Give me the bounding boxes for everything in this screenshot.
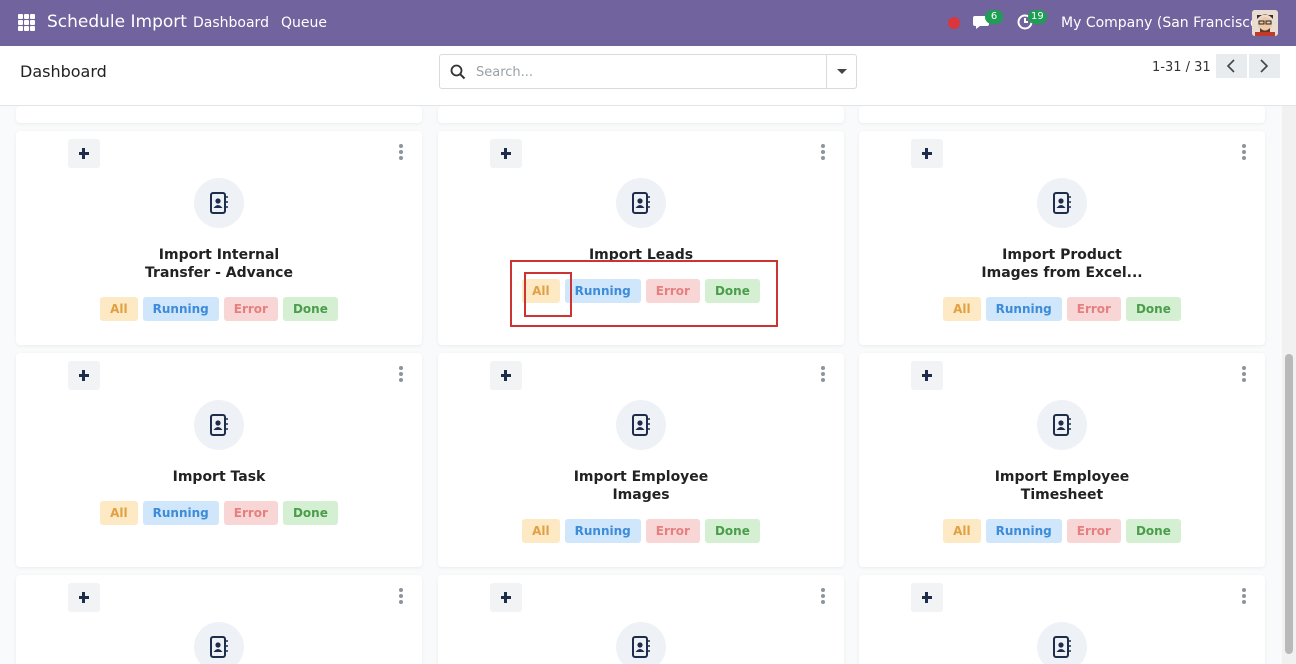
- kanban-card[interactable]: [859, 575, 1265, 664]
- messages-count-badge: 6: [985, 10, 1003, 24]
- kanban-card[interactable]: [16, 575, 422, 664]
- chip-running-button[interactable]: Running: [142, 297, 219, 321]
- kanban-card-partial[interactable]: [16, 106, 422, 123]
- chip-all-button[interactable]: All: [100, 501, 138, 525]
- menu-dashboard[interactable]: Dashboard: [193, 15, 269, 31]
- status-chips: All Running Error Done: [16, 297, 422, 321]
- activities-count-badge: 19: [1028, 10, 1047, 24]
- status-chips: All Running Error Done: [859, 519, 1265, 543]
- kebab-menu-icon[interactable]: [1241, 144, 1247, 162]
- chip-done-button[interactable]: Done: [1125, 519, 1181, 543]
- card-title-line-1: Import Employee: [573, 469, 709, 485]
- chip-done-button[interactable]: Done: [282, 297, 338, 321]
- pager-previous-button[interactable]: [1216, 54, 1247, 78]
- contact-book-icon: [1037, 622, 1087, 664]
- contact-book-icon: [616, 178, 666, 228]
- kebab-menu-icon[interactable]: [1241, 366, 1247, 384]
- app-title[interactable]: Schedule Import: [47, 12, 187, 32]
- contact-book-icon: [616, 400, 666, 450]
- kebab-menu-icon[interactable]: [398, 588, 404, 606]
- kebab-menu-icon[interactable]: [1241, 588, 1247, 606]
- add-button[interactable]: [68, 361, 100, 390]
- kanban-view: Import Internal Transfer - Advance All R…: [0, 106, 1296, 664]
- kanban-card[interactable]: [438, 575, 844, 664]
- add-button[interactable]: [911, 583, 943, 612]
- contact-book-icon: [1037, 400, 1087, 450]
- menu-queue[interactable]: Queue: [281, 15, 327, 31]
- page-title: Dashboard: [20, 62, 107, 81]
- chip-error-button[interactable]: Error: [223, 501, 278, 525]
- vertical-scrollbar[interactable]: [1282, 106, 1296, 664]
- kanban-card[interactable]: Import Internal Transfer - Advance All R…: [16, 131, 422, 345]
- chip-error-button[interactable]: Error: [223, 297, 278, 321]
- card-title-line-1: Import Task: [172, 469, 266, 485]
- chip-done-button[interactable]: Done: [282, 501, 338, 525]
- chip-running-button[interactable]: Running: [142, 501, 219, 525]
- card-title-line-2: Images from Excel...: [981, 265, 1143, 281]
- chip-all-button[interactable]: All: [522, 519, 560, 543]
- chip-done-button[interactable]: Done: [704, 519, 760, 543]
- card-title-line-1: Import Product: [1002, 247, 1122, 263]
- apps-menu-icon[interactable]: [18, 14, 35, 31]
- search-icon: [450, 64, 466, 80]
- add-button[interactable]: [490, 361, 522, 390]
- add-button[interactable]: [490, 583, 522, 612]
- contact-book-icon: [194, 400, 244, 450]
- add-button[interactable]: [911, 361, 943, 390]
- chip-running-button[interactable]: Running: [985, 297, 1062, 321]
- add-button[interactable]: [490, 139, 522, 168]
- chip-all-button[interactable]: All: [943, 297, 981, 321]
- kanban-card-partial[interactable]: [859, 106, 1265, 123]
- chip-running-button[interactable]: Running: [985, 519, 1062, 543]
- chevron-left-icon: [1226, 59, 1235, 73]
- contact-book-icon: [616, 622, 666, 664]
- kebab-menu-icon[interactable]: [820, 588, 826, 606]
- add-button[interactable]: [68, 583, 100, 612]
- contact-book-icon: [194, 178, 244, 228]
- chip-all-button[interactable]: All: [100, 297, 138, 321]
- chip-all-button[interactable]: All: [943, 519, 981, 543]
- pager-next-button[interactable]: [1249, 54, 1280, 78]
- kanban-card[interactable]: Import Task All Running Error Done: [16, 353, 422, 567]
- search-options-dropdown-icon[interactable]: [826, 55, 856, 88]
- card-title-line-2: Images: [612, 487, 670, 503]
- kanban-card[interactable]: Import Product Images from Excel... All …: [859, 131, 1265, 345]
- add-button[interactable]: [911, 139, 943, 168]
- status-chips: All Running Error Done: [16, 501, 422, 525]
- control-panel: Dashboard 1-31 / 31: [0, 46, 1296, 106]
- highlight-box-all-chip: [524, 272, 572, 317]
- search-input[interactable]: [476, 61, 826, 83]
- status-chips: All Running Error Done: [859, 297, 1265, 321]
- chip-running-button[interactable]: Running: [564, 519, 641, 543]
- kebab-menu-icon[interactable]: [820, 144, 826, 162]
- chip-error-button[interactable]: Error: [645, 519, 700, 543]
- card-title-line-2: Timesheet: [1020, 487, 1104, 503]
- kebab-menu-icon[interactable]: [398, 366, 404, 384]
- chevron-right-icon: [1260, 59, 1269, 73]
- kebab-menu-icon[interactable]: [398, 144, 404, 162]
- card-title-line-2: Transfer - Advance: [145, 265, 293, 281]
- status-chips: All Running Error Done: [438, 519, 844, 543]
- scrollbar-thumb[interactable]: [1285, 354, 1293, 654]
- contact-book-icon: [1037, 178, 1087, 228]
- chip-error-button[interactable]: Error: [1066, 297, 1121, 321]
- user-avatar[interactable]: [1252, 10, 1278, 36]
- recording-indicator-icon[interactable]: [948, 17, 960, 29]
- pager-value[interactable]: 1-31 / 31: [1152, 60, 1211, 75]
- search-bar: [439, 54, 857, 89]
- kebab-menu-icon[interactable]: [820, 366, 826, 384]
- top-navbar: Schedule Import Dashboard Queue 6 19 My …: [0, 0, 1296, 46]
- card-title-line-1: Import Employee: [994, 469, 1130, 485]
- kanban-card-partial[interactable]: [438, 106, 844, 123]
- company-switcher[interactable]: My Company (San Francisco): [1061, 15, 1264, 31]
- kanban-card[interactable]: Import Employee Images All Running Error…: [438, 353, 844, 567]
- chip-done-button[interactable]: Done: [1125, 297, 1181, 321]
- kanban-card[interactable]: Import Employee Timesheet All Running Er…: [859, 353, 1265, 567]
- add-button[interactable]: [68, 139, 100, 168]
- contact-book-icon: [194, 622, 244, 664]
- chip-error-button[interactable]: Error: [1066, 519, 1121, 543]
- card-title-line-1: Import Internal: [158, 247, 280, 263]
